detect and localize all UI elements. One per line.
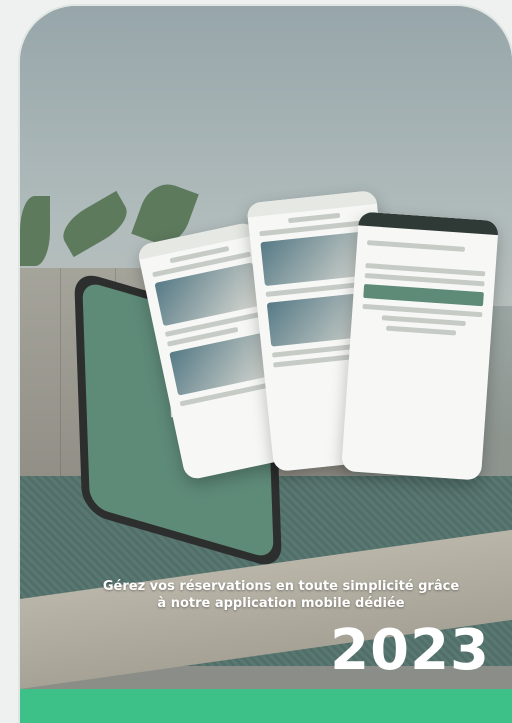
wall-seam <box>60 268 61 498</box>
caption-line-1: Gérez vos réservations en toute simplici… <box>102 579 460 594</box>
app-screen-login <box>341 211 499 481</box>
year-label: 2023 <box>330 618 490 683</box>
promo-card: Gérez vos réservations en toute simplici… <box>20 6 512 723</box>
palm-leaf <box>20 196 50 266</box>
footer-bar <box>20 689 512 723</box>
promo-caption: Gérez vos réservations en toute simplici… <box>60 578 502 612</box>
caption-line-2: à notre application mobile dédiée <box>157 596 405 611</box>
login-button-shape <box>363 283 484 307</box>
